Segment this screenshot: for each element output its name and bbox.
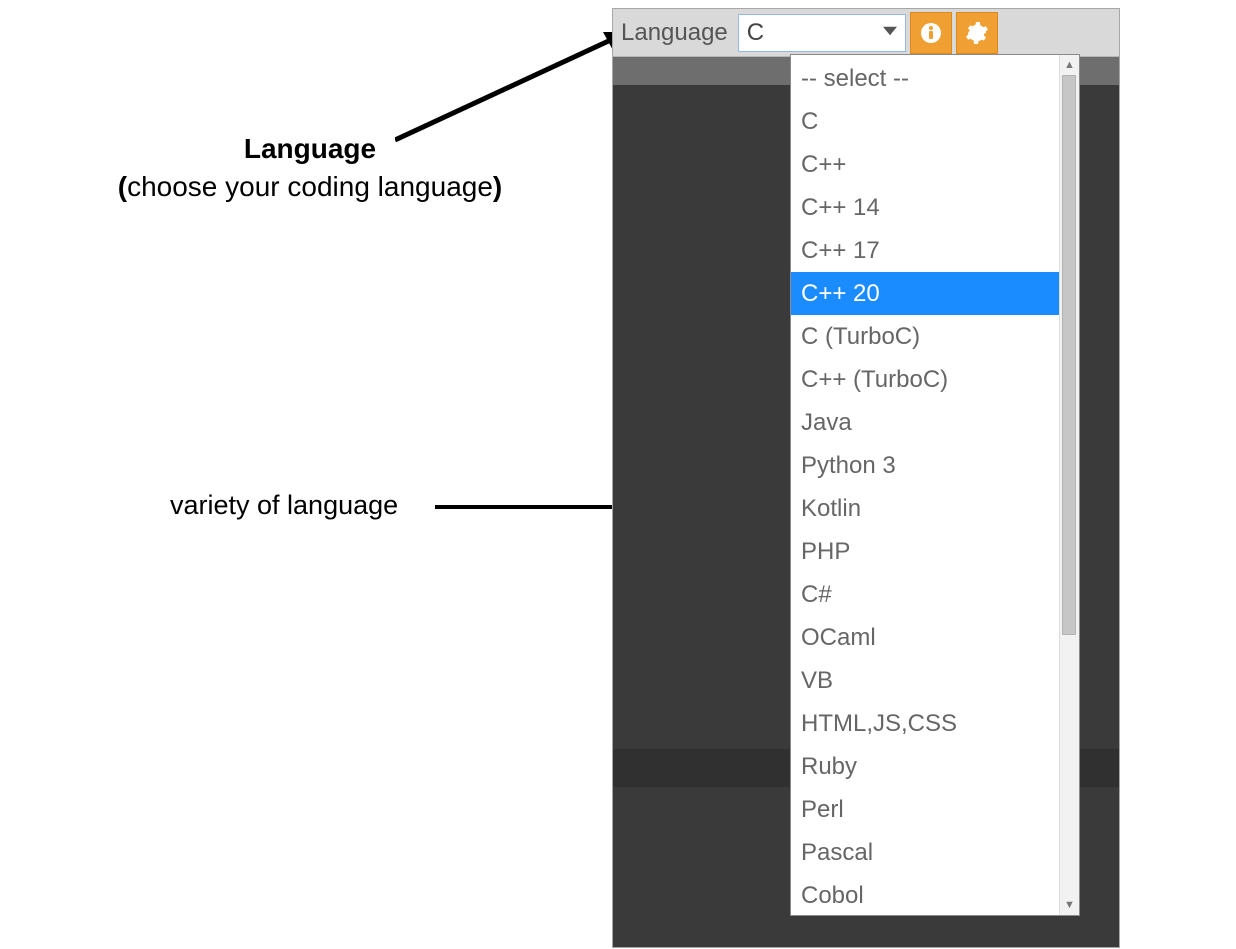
language-dropdown[interactable]: -- select --CC++C++ 14C++ 17C++ 20C (Tur… [790, 54, 1080, 916]
dropdown-item[interactable]: C [791, 100, 1059, 143]
info-icon [919, 21, 943, 45]
dropdown-item[interactable]: C (TurboC) [791, 315, 1059, 358]
dropdown-list: -- select --CC++C++ 14C++ 17C++ 20C (Tur… [791, 55, 1059, 915]
dropdown-item[interactable]: C++ 14 [791, 186, 1059, 229]
chevron-down-icon [883, 22, 897, 43]
annotation-language-subtitle-inner: choose your coding language [127, 171, 493, 202]
scrollbar[interactable]: ▲ ▼ [1059, 55, 1079, 915]
dropdown-item[interactable]: Kotlin [791, 487, 1059, 530]
dropdown-item[interactable]: HTML,JS,CSS [791, 702, 1059, 745]
dropdown-item[interactable]: C++ (TurboC) [791, 358, 1059, 401]
annotation-language: Language (choose your coding language) [90, 130, 530, 206]
scroll-up-arrow[interactable]: ▲ [1060, 55, 1079, 75]
language-label: Language [619, 19, 734, 47]
dropdown-item[interactable]: Ruby [791, 745, 1059, 788]
dropdown-item[interactable]: OCaml [791, 616, 1059, 659]
dropdown-item[interactable]: Python 3 [791, 444, 1059, 487]
dropdown-item[interactable]: Cobol [791, 874, 1059, 915]
dropdown-item[interactable]: C# [791, 573, 1059, 616]
settings-button[interactable] [956, 12, 998, 54]
language-select-value: C [747, 19, 764, 47]
info-button[interactable] [910, 12, 952, 54]
annotation-variety: variety of language [170, 490, 398, 521]
dropdown-item[interactable]: PHP [791, 530, 1059, 573]
toolbar: Language C [613, 9, 1119, 57]
gear-icon [965, 21, 989, 45]
dropdown-item[interactable]: VB [791, 659, 1059, 702]
dropdown-item[interactable]: C++ [791, 143, 1059, 186]
scroll-thumb[interactable] [1062, 75, 1076, 635]
dropdown-item[interactable]: C++ 17 [791, 229, 1059, 272]
scroll-down-arrow[interactable]: ▼ [1060, 895, 1079, 915]
annotation-language-title: Language [244, 133, 376, 164]
dropdown-item[interactable]: C++ 20 [791, 272, 1059, 315]
language-select[interactable]: C [738, 14, 906, 52]
dropdown-item[interactable]: Pascal [791, 831, 1059, 874]
dropdown-item[interactable]: Perl [791, 788, 1059, 831]
dropdown-item[interactable]: -- select -- [791, 57, 1059, 100]
dropdown-item[interactable]: Java [791, 401, 1059, 444]
